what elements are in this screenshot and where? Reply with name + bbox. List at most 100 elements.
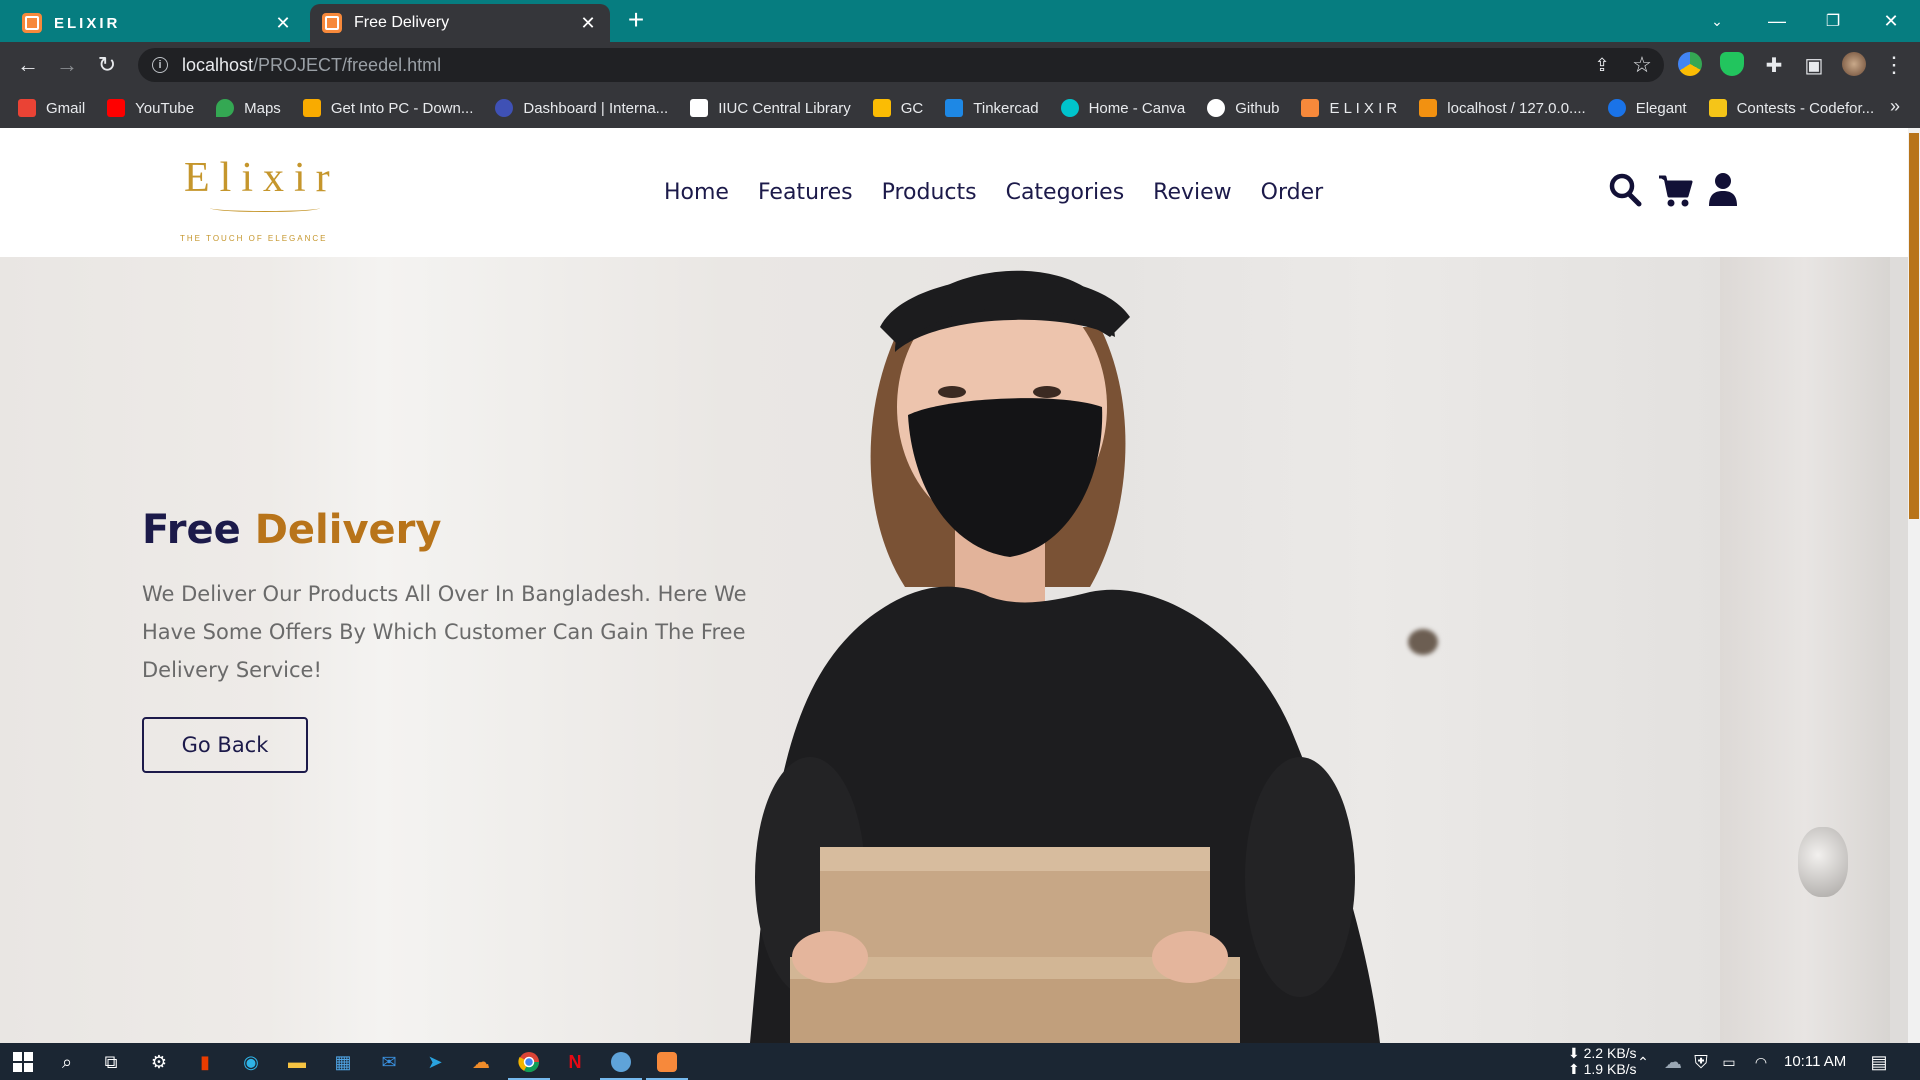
extension-icon[interactable]: [1678, 52, 1702, 76]
bookmark-tinkercad[interactable]: Tinkercad: [945, 99, 1039, 117]
youtube-icon: [107, 99, 126, 117]
page-viewport: Elixir THE TOUCH OF ELEGANCE Home Featur…: [0, 128, 1920, 1043]
profile-avatar[interactable]: [1842, 52, 1866, 76]
nav-categories[interactable]: Categories: [1006, 180, 1125, 205]
new-tab-button[interactable]: +: [622, 6, 650, 35]
xampp-icon[interactable]: [646, 1049, 688, 1080]
url-host: localhost: [182, 54, 254, 75]
security-icon[interactable]: ⛨: [1688, 1049, 1714, 1075]
bookmarks-bar: Gmail YouTube Maps Get Into PC - Down...…: [0, 88, 1920, 128]
menu-icon[interactable]: ⋮: [1880, 51, 1908, 79]
bookmark-library[interactable]: IIUC Central Library: [690, 99, 851, 117]
download-arrow-icon: ⬇: [1568, 1045, 1584, 1061]
side-panel-icon[interactable]: ▣: [1800, 51, 1828, 79]
site-info-icon[interactable]: i: [152, 57, 168, 73]
dashboard-icon: [495, 99, 514, 117]
bookmark-dashboard[interactable]: Dashboard | Interna...: [495, 99, 668, 117]
task-view-icon[interactable]: ⧉: [98, 1049, 124, 1075]
bookmark-elegant[interactable]: Elegant: [1607, 99, 1687, 117]
elixir-logo[interactable]: Elixir THE TOUCH OF ELEGANCE: [180, 154, 350, 243]
hero-title-accent: Delivery: [254, 507, 442, 553]
logo-swirl: [210, 204, 320, 212]
url-path: /PROJECT/freedel.html: [253, 54, 442, 75]
bookmark-youtube[interactable]: YouTube: [107, 99, 194, 117]
elegant-icon: [1607, 99, 1626, 117]
nav-order[interactable]: Order: [1261, 180, 1324, 205]
edge-icon[interactable]: ◉: [238, 1049, 264, 1075]
telegram-icon[interactable]: ➤: [422, 1049, 448, 1075]
file-explorer-icon[interactable]: ▬: [284, 1049, 310, 1075]
bookmark-canva[interactable]: Home - Canva: [1060, 99, 1185, 117]
nav-products[interactable]: Products: [882, 180, 977, 205]
scrollbar-thumb[interactable]: [1909, 133, 1919, 519]
onedrive-icon[interactable]: ☁: [1660, 1049, 1686, 1075]
upload-arrow-icon: ⬆: [1568, 1061, 1584, 1077]
hero-title: Free Delivery: [142, 507, 782, 553]
store-icon[interactable]: ▦: [330, 1049, 356, 1075]
bookmark-gmail[interactable]: Gmail: [18, 99, 85, 117]
wifi-icon[interactable]: ◠: [1748, 1049, 1774, 1075]
tab-elixir[interactable]: ELIXIR ✕: [10, 4, 305, 42]
mail-icon[interactable]: ✉: [376, 1049, 402, 1075]
chrome-icon[interactable]: [508, 1049, 550, 1080]
nav-home[interactable]: Home: [664, 180, 729, 205]
nav-features[interactable]: Features: [758, 180, 853, 205]
bookmark-localhost[interactable]: localhost / 127.0.0....: [1419, 99, 1586, 117]
back-icon[interactable]: ←: [14, 51, 42, 79]
scrollbar[interactable]: [1908, 128, 1920, 1043]
settings-icon[interactable]: ⚙: [146, 1049, 172, 1075]
windows-taskbar: ⌕ ⧉ ⚙ ▮ ◉ ▬ ▦ ✉ ➤ ☁ N ⬇ 2.2 KB/s ⬆ 1.9 K…: [0, 1043, 1920, 1080]
bookmarks-overflow-icon[interactable]: »: [1890, 96, 1900, 117]
battery-icon[interactable]: ▭: [1716, 1049, 1742, 1075]
search-icon[interactable]: [1608, 172, 1642, 208]
codeforces-icon: [1708, 99, 1727, 117]
xampp-icon: [322, 13, 342, 33]
reload-icon[interactable]: ↻: [93, 51, 121, 79]
notification-icon[interactable]: ▤: [1866, 1049, 1892, 1075]
share-icon[interactable]: ⇪: [1588, 51, 1616, 79]
netflix-icon[interactable]: N: [562, 1049, 588, 1075]
delivery-woman-image: [750, 270, 1380, 1043]
puzzle-icon[interactable]: ✚: [1760, 51, 1788, 79]
bookmark-elixir[interactable]: E L I X I R: [1301, 99, 1397, 117]
browser-toolbar: ← → ↻ i localhost/PROJECT/freedel.html ⇪…: [0, 42, 1920, 88]
minimize-button[interactable]: —: [1756, 0, 1798, 42]
bookmark-getintopc[interactable]: Get Into PC - Down...: [302, 99, 473, 117]
windows-start-icon[interactable]: [10, 1049, 36, 1075]
clock-time[interactable]: 10:11 AM: [1784, 1053, 1846, 1070]
restore-button[interactable]: ❐: [1812, 0, 1854, 42]
site-header: Elixir THE TOUCH OF ELEGANCE Home Featur…: [0, 128, 1908, 257]
bookmark-star-icon[interactable]: ☆: [1628, 51, 1656, 79]
go-back-button[interactable]: Go Back: [142, 717, 308, 773]
tab-search-icon[interactable]: ⌄: [1696, 0, 1738, 42]
nav-review[interactable]: Review: [1153, 180, 1232, 205]
chevron-up-icon[interactable]: ⌃: [1630, 1049, 1656, 1075]
cloud-app-icon[interactable]: ☁: [468, 1049, 494, 1075]
cart-icon[interactable]: [1656, 172, 1694, 208]
qbittorrent-icon[interactable]: [600, 1049, 642, 1080]
getintopc-icon: [302, 99, 321, 117]
door-background: [1720, 257, 1890, 1043]
maps-icon: [216, 99, 235, 117]
bookmark-maps[interactable]: Maps: [216, 99, 281, 117]
address-bar[interactable]: i localhost/PROJECT/freedel.html: [138, 48, 1664, 82]
close-icon[interactable]: ✕: [273, 13, 293, 33]
net-up: 1.9 KB/s: [1583, 1061, 1637, 1077]
browser-window: ELIXIR ✕ Free Delivery ✕ + ⌄ — ❐ ✕ ← → ↻…: [0, 0, 1920, 1080]
logo-word: Elixir: [184, 155, 340, 201]
office-icon[interactable]: ▮: [192, 1049, 218, 1075]
bookmark-gc[interactable]: GC: [872, 99, 923, 117]
tab-free-delivery[interactable]: Free Delivery ✕: [310, 4, 610, 42]
forward-icon[interactable]: →: [53, 51, 81, 79]
tab-strip: ELIXIR ✕ Free Delivery ✕ + ⌄ — ❐ ✕: [0, 0, 1920, 42]
close-icon[interactable]: ✕: [578, 13, 598, 33]
tinkercad-icon: [945, 99, 964, 117]
logo-tagline: THE TOUCH OF ELEGANCE: [180, 234, 328, 243]
search-icon[interactable]: ⌕: [54, 1049, 80, 1075]
tab-title: Free Delivery: [354, 14, 450, 31]
user-icon[interactable]: [1708, 172, 1738, 208]
shield-extension-icon[interactable]: [1720, 52, 1744, 76]
bookmark-github[interactable]: Github: [1207, 99, 1279, 117]
close-window-button[interactable]: ✕: [1870, 0, 1912, 42]
bookmark-codeforces[interactable]: Contests - Codefor...: [1708, 99, 1874, 117]
